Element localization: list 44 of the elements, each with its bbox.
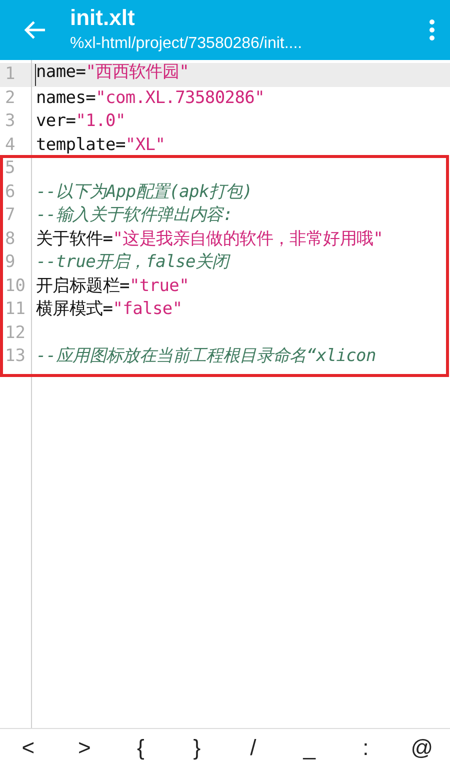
line-number: 7 xyxy=(4,207,16,224)
code-comment: --true开启，false关闭 xyxy=(36,254,229,272)
string-literal: "1.0" xyxy=(76,113,126,130)
line-number: 5 xyxy=(4,160,16,178)
code-text: 横屏模式= xyxy=(36,301,113,318)
more-options-icon xyxy=(429,19,435,41)
file-title: init.xlt xyxy=(70,4,136,32)
code-comment: --输入关于软件弹出内容: xyxy=(36,207,233,224)
line-number: 13 xyxy=(4,348,26,366)
symbol-key[interactable]: > xyxy=(64,730,104,766)
symbol-key[interactable]: < xyxy=(8,730,48,766)
file-path: %xl-html/project/73580286/init.... xyxy=(70,34,304,54)
line-number: 12 xyxy=(4,324,26,342)
line-number: 2 xyxy=(4,90,16,107)
code-comment: --以下为App配置(apk打包) xyxy=(36,184,252,201)
symbol-key[interactable]: } xyxy=(176,730,217,766)
string-literal: "西西软件园" xyxy=(86,64,190,84)
line-number: 4 xyxy=(4,136,16,154)
symbol-key[interactable]: : xyxy=(346,730,386,766)
line-number: 11 xyxy=(4,301,26,318)
string-literal: "false" xyxy=(112,301,182,318)
code-text: 开启标题栏= xyxy=(36,278,130,295)
line-number: 8 xyxy=(4,230,16,248)
string-literal: "这是我亲自做的软件，非常好用哦" xyxy=(112,230,384,248)
line-number: 6 xyxy=(4,184,16,201)
symbol-key[interactable]: @ xyxy=(402,730,442,766)
code-text: name= xyxy=(36,64,86,84)
code-text: names= xyxy=(36,90,96,107)
back-arrow-icon xyxy=(24,20,46,40)
string-literal: "XL" xyxy=(125,136,166,154)
line-number: 9 xyxy=(4,254,16,272)
line-number: 10 xyxy=(4,278,26,295)
string-literal: "com.XL.73580286" xyxy=(96,90,265,107)
code-text: 关于软件= xyxy=(36,230,113,248)
code-comment: --应用图标放在当前工程根目录命名“xlicon xyxy=(36,348,376,366)
code-text: template= xyxy=(36,136,126,154)
symbol-key[interactable]: _ xyxy=(289,730,330,766)
string-literal: "true" xyxy=(129,278,190,295)
line-number: 3 xyxy=(4,113,16,130)
code-text: ver= xyxy=(36,113,76,130)
symbol-key[interactable]: / xyxy=(233,730,274,766)
symbol-key[interactable]: { xyxy=(120,730,161,766)
line-number: 1 xyxy=(4,66,16,84)
code-editor[interactable] xyxy=(0,60,450,728)
